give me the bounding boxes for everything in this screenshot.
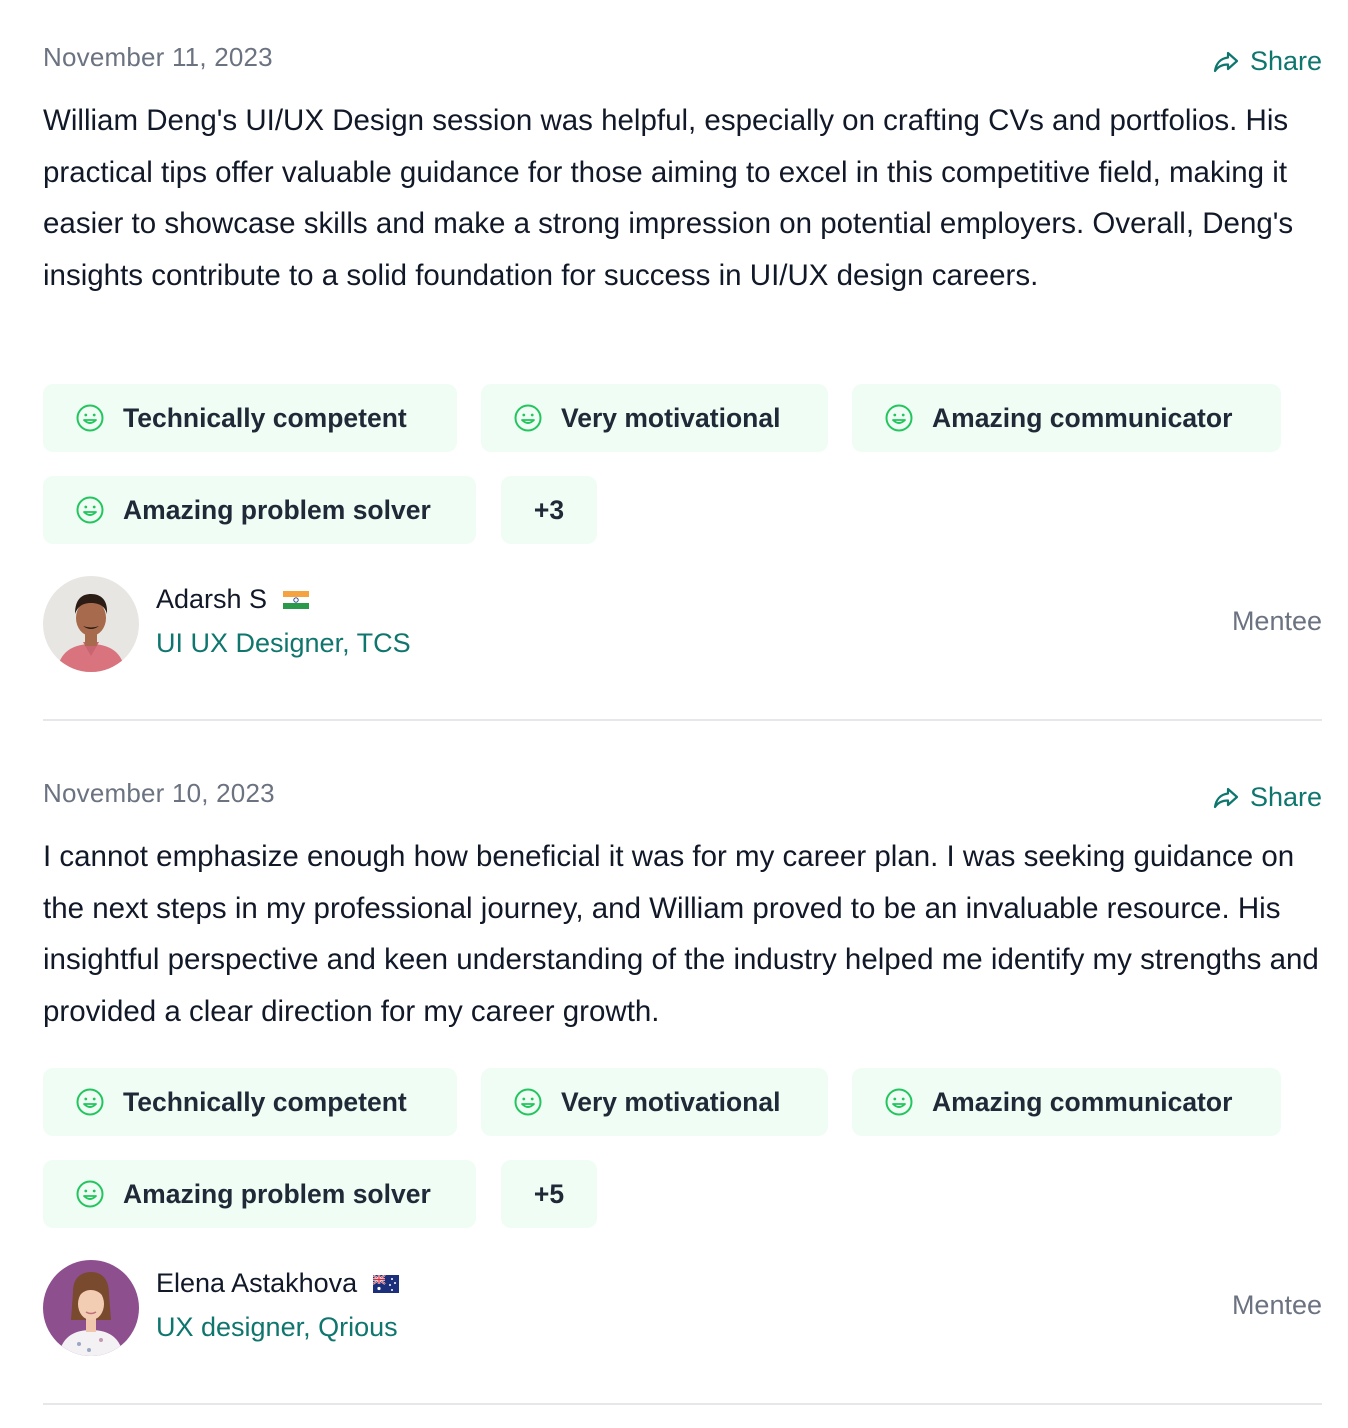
tag-label: Very motivational	[561, 402, 781, 433]
india-flag-icon	[283, 590, 310, 609]
review-card: November 11, 2023 Share William Deng's U…	[43, 0, 1322, 722]
tag-chip: Amazing problem solver	[43, 476, 476, 544]
author-role: UI UX Designer, TCS	[156, 628, 411, 658]
avatar[interactable]	[43, 1260, 139, 1356]
australia-flag-icon	[373, 1274, 400, 1293]
share-icon	[1212, 50, 1240, 74]
author-name[interactable]: Adarsh S	[156, 584, 267, 615]
author-name-row: Elena Astakhova	[156, 1268, 400, 1299]
tag-chip: Technically competent	[43, 1068, 457, 1136]
more-tags-button[interactable]: +5	[501, 1160, 597, 1228]
more-tags-button[interactable]: +3	[501, 476, 597, 544]
tag-label: Amazing communicator	[932, 1086, 1233, 1117]
tag-chip: Very motivational	[481, 384, 828, 452]
author-relation: Mentee	[1231, 1290, 1322, 1320]
smile-icon	[75, 403, 105, 433]
author-relation: Mentee	[1231, 606, 1322, 636]
share-button[interactable]: Share	[1212, 46, 1322, 77]
divider	[43, 719, 1322, 721]
tag-chip: Amazing communicator	[852, 1068, 1281, 1136]
tag-label: Technically competent	[123, 1086, 407, 1117]
author-name[interactable]: Elena Astakhova	[156, 1268, 357, 1299]
smile-icon	[513, 1087, 543, 1117]
tag-label: Amazing communicator	[932, 402, 1233, 433]
review-date: November 11, 2023	[43, 42, 273, 72]
tag-label: Technically competent	[123, 402, 407, 433]
share-label: Share	[1249, 46, 1322, 76]
review-text: I cannot emphasize enough how beneficial…	[43, 840, 1319, 1028]
review-author: Elena Astakhova UX designer, Qrious Ment…	[43, 1260, 1322, 1356]
smile-icon	[884, 1087, 914, 1117]
smile-icon	[75, 1087, 105, 1117]
author-role: UX designer, Qrious	[156, 1312, 398, 1342]
share-label: Share	[1249, 782, 1322, 812]
review-text: William Deng's UI/UX Design session was …	[43, 104, 1294, 292]
review-date: November 10, 2023	[43, 778, 275, 808]
share-icon	[1212, 786, 1240, 810]
avatar[interactable]	[43, 576, 139, 672]
reviews-list: November 11, 2023 Share William Deng's U…	[0, 0, 1348, 1428]
tag-label: Amazing problem solver	[123, 1178, 431, 1209]
tag-label: Very motivational	[561, 1086, 781, 1117]
tag-chip: Amazing problem solver	[43, 1160, 476, 1228]
review-author: Adarsh S UI UX Designer, TCS Mentee	[43, 576, 1322, 672]
smile-icon	[75, 1179, 105, 1209]
tag-chip: Amazing communicator	[852, 384, 1281, 452]
tag-chip: Very motivational	[481, 1068, 828, 1136]
tag-label: Amazing problem solver	[123, 494, 431, 525]
smile-icon	[513, 403, 543, 433]
tag-chip: Technically competent	[43, 384, 457, 452]
author-name-row: Adarsh S	[156, 584, 310, 615]
share-button[interactable]: Share	[1212, 782, 1322, 813]
smile-icon	[884, 403, 914, 433]
review-card: November 10, 2023 Share I cannot emphasi…	[43, 736, 1322, 1406]
smile-icon	[75, 495, 105, 525]
divider	[43, 1403, 1322, 1405]
